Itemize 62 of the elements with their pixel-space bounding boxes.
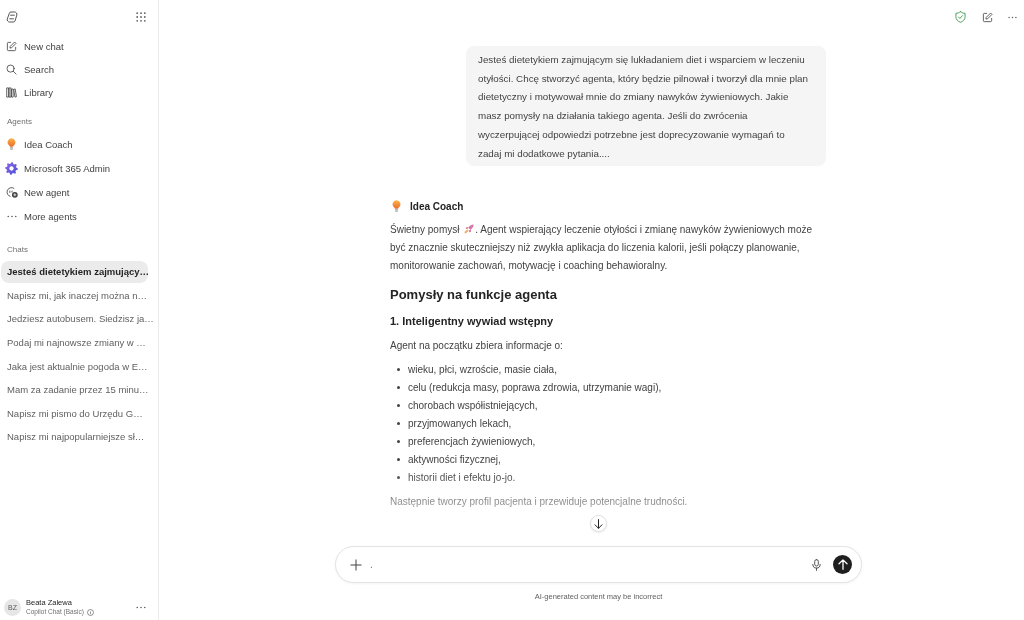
plus-icon[interactable] xyxy=(350,558,362,571)
message-input[interactable]: . xyxy=(370,554,802,575)
books-icon xyxy=(6,87,17,98)
bullet-icon xyxy=(396,385,400,389)
reply-subheading: 1. Inteligentny wywiad wstępny xyxy=(390,314,554,330)
chat-history-item[interactable]: Jaka jest aktualnie pogoda w E… xyxy=(1,355,154,378)
search-icon xyxy=(6,64,17,75)
chat-history-item[interactable]: Napisz mi, jak inaczej można n… xyxy=(1,284,153,307)
reply-paragraph: Agent na początku zbiera informacje o: xyxy=(390,339,564,354)
rocket-icon xyxy=(464,224,475,235)
chat-history-item[interactable]: Napisz mi pismo do Urzędu G… xyxy=(1,402,149,425)
bullet-icon xyxy=(396,403,400,407)
chat-history-item[interactable]: Jedziesz autobusem. Siedzisz ja… xyxy=(1,308,160,330)
user-message: Jesteś dietetykiem zajmującym się lukładaniem diet i wsparciem w leczeniu otyłości. Chcę stworzyć agenta, który będzie pilnował i tworzył dla mnie plan dietetyczny i motywował mnie do zmiany nawyków żywieniowych. Jakie masz pomysły na działania takiego agenta. Jeśli do zwrócenia wyczerpującej odpowiedzi potrzebne jest doprecyzowanie wymagań to zadaj mi dodatkowe pytania.... xyxy=(466,46,826,167)
lightbulb-icon xyxy=(7,138,16,150)
agent-item[interactable]: More agents xyxy=(6,210,77,222)
info-icon xyxy=(86,608,94,616)
bullet-icon xyxy=(396,475,400,479)
sidebar-nav-item[interactable]: Library xyxy=(6,87,54,98)
lightbulb-icon xyxy=(392,200,401,213)
agent-plus-icon xyxy=(5,186,18,198)
section-label: Chats xyxy=(6,244,28,256)
bullet-text: przyjmowanych lekach, xyxy=(408,417,512,429)
more-icon[interactable] xyxy=(1007,15,1017,19)
compose-icon[interactable] xyxy=(981,11,993,23)
reply-paragraph: Następnie tworzy profil pacjenta i przewiduje potencjalne trudności. xyxy=(390,495,689,510)
message-composer[interactable]: . xyxy=(335,546,862,583)
agent-name: Idea Coach xyxy=(410,200,464,212)
section-label: Agents xyxy=(6,116,32,128)
bullet-text: preferencjach żywieniowych, xyxy=(408,435,536,447)
shield-check-icon[interactable] xyxy=(954,11,966,23)
bullet-text: aktywności fizycznej, xyxy=(408,453,501,465)
microphone-icon[interactable] xyxy=(812,558,821,571)
chat-history-item[interactable]: Jesteś dietetykiem zajmujący… xyxy=(1,260,148,283)
send-button[interactable] xyxy=(833,555,852,574)
gear-icon xyxy=(5,161,18,175)
chat-history-item[interactable]: Podaj mi najnowsze zmiany w … xyxy=(1,331,152,354)
bullet-icon xyxy=(396,457,400,461)
agent-item[interactable]: Idea Coach xyxy=(6,138,73,150)
sidebar-nav-item[interactable]: Search xyxy=(6,64,55,75)
bullet-text: chorobach współistniejących, xyxy=(408,399,538,411)
bullet-text: historii diet i efektu jo-jo. xyxy=(408,471,516,483)
reply-paragraph: Świetny pomysł . Agent wspierający leczenie otyłości i zmianę nawyków żywieniowych może być znacznie skuteczniejszy niż zwykła aplikacja do liczenia kalorii, jeśli połączy planowanie, monitorowanie zachowań, motywację i coaching behawioralny. xyxy=(390,222,814,274)
bullet-icon xyxy=(396,421,400,425)
app-logo-icon[interactable] xyxy=(6,10,18,23)
bullet-text: celu (redukcja masy, poprawa zdrowia, utrzymanie wagi), xyxy=(408,381,662,393)
chat-history-item[interactable]: Mam za zadanie przez 15 minu… xyxy=(1,378,155,401)
bullet-icon xyxy=(396,367,400,371)
arrow-down-icon xyxy=(594,518,603,529)
compose-icon xyxy=(6,41,17,52)
apps-grid-icon[interactable] xyxy=(136,11,146,22)
reply-heading: Pomysły na funkcje agenta xyxy=(390,286,557,305)
scroll-down-button[interactable] xyxy=(590,515,607,532)
agent-item[interactable]: New agent xyxy=(6,186,70,198)
more-icon xyxy=(6,214,17,218)
bullet-icon xyxy=(396,439,400,443)
chat-history-item[interactable]: Napisz mi najpopularniejsze sł… xyxy=(1,425,151,448)
sidebar-nav-item[interactable]: New chat xyxy=(6,41,64,52)
agent-item[interactable]: Microsoft 365 Admin xyxy=(6,161,111,175)
more-icon[interactable] xyxy=(136,605,146,609)
bullet-text: wieku, płci, wzroście, masie ciała, xyxy=(408,363,557,375)
arrow-up-icon xyxy=(837,559,848,570)
